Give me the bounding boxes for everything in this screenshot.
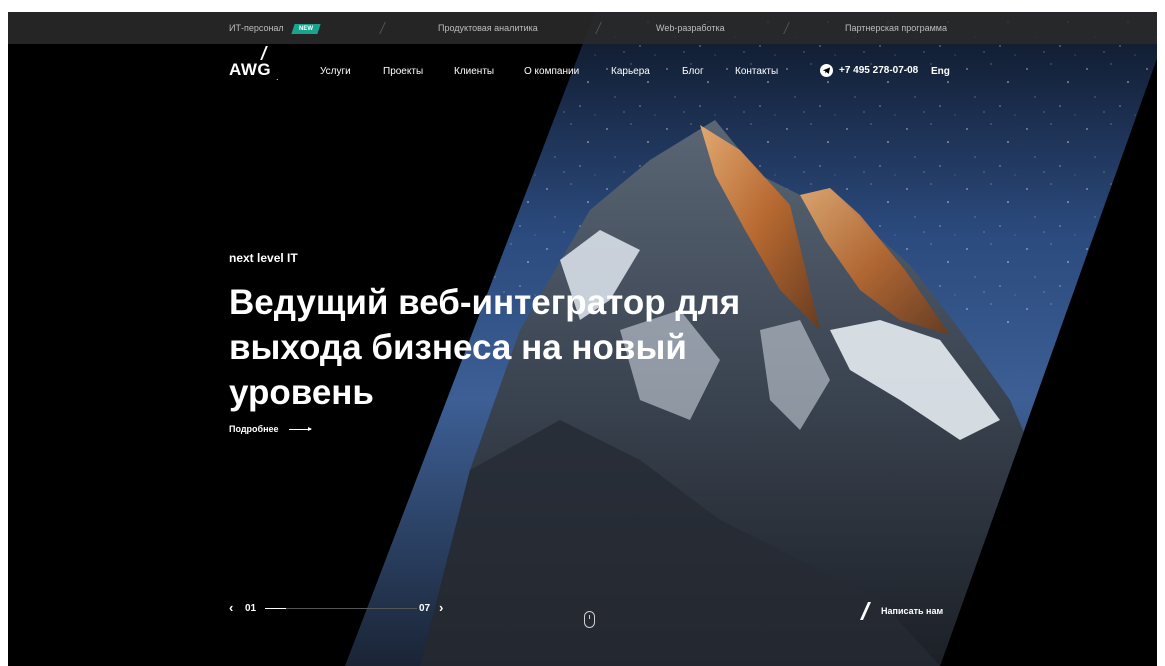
slider-prev-button[interactable]: ‹ <box>229 600 233 616</box>
topbar-item-analytics[interactable]: Продуктовая аналитика <box>438 12 538 44</box>
nav-blog[interactable]: Блог <box>682 66 704 77</box>
topbar-item-it-staff[interactable]: ИТ-персонал NEW <box>229 12 321 44</box>
language-switch[interactable]: Eng <box>931 66 950 77</box>
write-us-button[interactable]: Написать нам <box>859 602 944 620</box>
topbar-item-label: ИТ-персонал <box>229 23 284 33</box>
slider-current: 01 <box>245 603 257 614</box>
nav-about[interactable]: О компании <box>524 66 579 77</box>
nav-services[interactable]: Услуги <box>320 66 351 77</box>
frame-right <box>1157 0 1165 666</box>
write-us-label: Написать нам <box>881 606 944 616</box>
nav-contacts[interactable]: Контакты <box>735 66 778 77</box>
topbar-divider <box>783 22 790 34</box>
nav-career[interactable]: Карьера <box>611 66 650 77</box>
page: ИТ-персонал NEW Продуктовая аналитика Web… <box>0 0 1165 666</box>
slider-next-button[interactable]: › <box>439 600 443 616</box>
phone-link[interactable]: +7 495 278-07-08 <box>820 64 918 77</box>
telegram-icon <box>820 64 833 77</box>
more-label: Подробнее <box>229 424 279 434</box>
slider-total: 07 <box>419 603 431 614</box>
hero-tagline: next level IT <box>229 251 298 265</box>
slider-progress-fill <box>265 608 287 609</box>
logo-text: AWG <box>229 60 272 79</box>
topbar-item-partner[interactable]: Партнерская программа <box>845 12 947 44</box>
arrow-right-icon <box>288 426 312 431</box>
logo-slash <box>260 46 268 60</box>
top-bar: ИТ-персонал NEW Продуктовая аналитика Web… <box>8 12 1157 44</box>
logo-dot: . <box>276 72 279 82</box>
more-link[interactable]: Подробнее <box>229 424 312 434</box>
hero-headline: Ведущий веб-интегратор для выхода бизнес… <box>229 283 741 412</box>
topbar-divider <box>595 22 602 34</box>
topbar-divider <box>379 22 386 34</box>
new-badge: NEW <box>291 24 321 34</box>
slider-progress-track <box>265 608 417 609</box>
nav-clients[interactable]: Клиенты <box>454 66 494 77</box>
scroll-mouse-icon[interactable] <box>584 611 595 628</box>
frame-left <box>0 0 8 666</box>
nav-projects[interactable]: Проекты <box>383 66 423 77</box>
slider-controls: ‹ 01 07 › <box>229 600 449 618</box>
topbar-item-web-dev[interactable]: Web-разработка <box>656 12 725 44</box>
awg-logo[interactable]: AWG . <box>229 46 289 82</box>
frame-top <box>0 0 1165 12</box>
phone-number: +7 495 278-07-08 <box>839 65 919 76</box>
